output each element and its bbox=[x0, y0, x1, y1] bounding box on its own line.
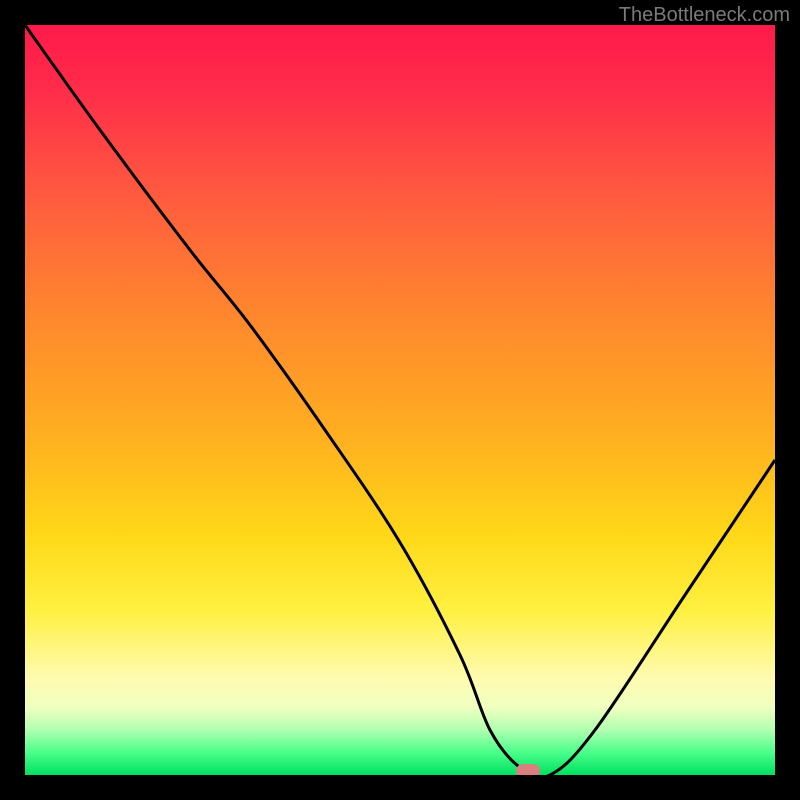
heatmap-gradient-background bbox=[25, 25, 775, 775]
optimal-point-marker bbox=[516, 764, 540, 775]
plot-area bbox=[25, 25, 775, 775]
watermark-text: TheBottleneck.com bbox=[619, 4, 790, 27]
